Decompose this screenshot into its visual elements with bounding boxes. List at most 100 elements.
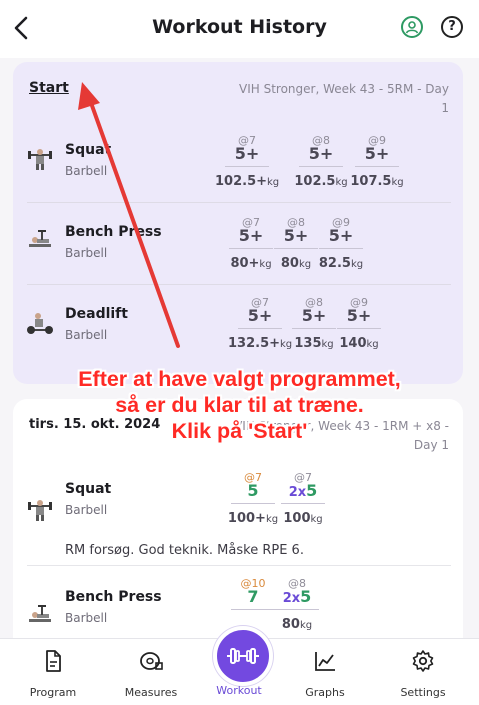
set-divider: [355, 166, 399, 167]
exercise-equipment: Barbell: [65, 503, 108, 517]
weight-value: 100+: [227, 511, 266, 526]
document-icon: [46, 650, 61, 672]
annotation-line-3: Klik på 'Start': [171, 419, 308, 443]
tape-measure-icon: [140, 652, 163, 670]
exercise-row-bench-press[interactable]: Bench Press Barbell @7 5+ 80+kg @8 5+ 80…: [27, 206, 451, 285]
exercise-name: Squat: [65, 481, 112, 497]
exercise-name: Bench Press: [65, 224, 162, 240]
exercise-equipment: Barbell: [65, 246, 108, 260]
set-weight: 82.5kg: [309, 256, 373, 271]
set-reps: 5+: [247, 306, 273, 325]
exercise-row-squat[interactable]: Squat Barbell @7 5+ 102.5+kg @8 5+ 102.5…: [27, 124, 451, 203]
set-reps: 5+: [308, 144, 334, 163]
set-divider: [231, 609, 275, 610]
set-divider: [275, 609, 319, 610]
weight-value: 107.5: [350, 174, 392, 189]
weight-unit: kg: [366, 339, 379, 350]
set-reps: 5+: [328, 226, 354, 245]
squat-exercise-icon: [28, 500, 52, 521]
weight-value: 100: [283, 511, 311, 526]
set-reps: 7: [231, 587, 275, 606]
deadlift-exercise-icon: [27, 313, 53, 334]
weight-value: 140: [339, 336, 367, 351]
set-reps: 5+: [234, 144, 260, 163]
set-divider: [274, 248, 318, 249]
set-divider: [299, 166, 343, 167]
set-weight: 102.5kg: [289, 174, 353, 189]
exercise-name: Bench Press: [65, 589, 162, 605]
weight-unit: kg: [391, 177, 404, 188]
header: Workout History ?: [0, 0, 479, 58]
weight-value: 135: [294, 336, 322, 351]
exercise-note: RM forsøg. God teknik. Måske RPE 6.: [65, 543, 304, 558]
weight-value: 132.5+: [228, 336, 281, 351]
exercise-row-squat[interactable]: Squat Barbell @7 5 100+kg @7 2x5 100kg R…: [27, 461, 451, 566]
set-weight: 100kg: [271, 511, 335, 526]
set-reps: 5+: [283, 226, 309, 245]
set-divider: [281, 503, 325, 504]
planned-workout-card: Start VIH Stronger, Week 43 - 5RM - Day …: [13, 62, 463, 384]
weight-unit: kg: [299, 620, 313, 631]
annotation-text: Efter at have valgt programmet, så er du…: [10, 366, 469, 444]
weight-unit: kg: [350, 259, 364, 270]
weight-unit: kg: [267, 177, 280, 188]
reps-value: 5: [300, 587, 312, 606]
squat-exercise-icon: [28, 149, 52, 170]
weight-value: 80: [280, 256, 299, 271]
set-reps: 2x5: [275, 587, 319, 606]
set-reps: 5+: [301, 306, 327, 325]
exercise-name: Squat: [65, 142, 112, 158]
bench-press-exercise-icon: [29, 230, 51, 247]
weight-value: 80+: [230, 256, 260, 271]
nav-item-graphs[interactable]: Graphs: [290, 649, 360, 699]
weight-unit: kg: [310, 514, 323, 525]
set-multiplier: 2x: [282, 591, 301, 606]
annotation-line-1: Efter at have valgt programmet,: [78, 367, 401, 391]
line-graph-icon: [315, 652, 335, 671]
nav-item-settings[interactable]: Settings: [388, 649, 458, 699]
program-name-line2: 1: [441, 101, 449, 115]
bench-press-exercise-icon: [29, 605, 51, 622]
reps-value: 7: [247, 587, 259, 606]
set-divider: [337, 328, 381, 329]
set-weight: 107.5kg: [345, 174, 409, 189]
nav-label: Program: [29, 686, 77, 699]
exercise-equipment: Barbell: [65, 164, 108, 178]
set-divider: [231, 503, 275, 504]
exercise-equipment: Barbell: [65, 328, 108, 342]
set-divider: [225, 166, 269, 167]
program-name: VIH Stronger, Week 43 - 5RM - Day 1: [219, 80, 449, 118]
workout-button[interactable]: [213, 626, 273, 686]
set-divider: [229, 248, 273, 249]
nav-item-program[interactable]: Program: [18, 649, 88, 699]
nav-label: Measures: [124, 686, 178, 699]
set-multiplier: 2x: [288, 485, 307, 500]
nav-item-measures[interactable]: Measures: [116, 649, 186, 699]
set-divider: [319, 248, 363, 249]
nav-label: Graphs: [305, 686, 345, 699]
help-icon[interactable]: ?: [441, 16, 463, 38]
set-reps: 2x5: [281, 481, 325, 500]
reps-value: 5: [306, 481, 318, 500]
set-weight: 102.5+kg: [215, 174, 279, 189]
nav-label-workout: Workout: [216, 684, 262, 697]
program-name-line1: VIH Stronger, Week 43 - 5RM - Day: [239, 82, 449, 96]
weight-value: 82.5: [318, 256, 351, 271]
set-reps: 5: [231, 481, 275, 500]
exercise-row-deadlift[interactable]: Deadlift Barbell @7 5+ 132.5+kg @8 5+ 13…: [27, 288, 451, 366]
set-reps: 5+: [364, 144, 390, 163]
exercise-equipment: Barbell: [65, 611, 108, 625]
start-workout-link[interactable]: Start: [29, 80, 69, 96]
weight-value: 102.5+: [215, 174, 268, 189]
dumbbell-icon: [227, 648, 259, 664]
weight-value: 102.5: [294, 174, 336, 189]
weight-value: 80: [281, 617, 300, 632]
annotation-line-2: så er du klar til at træne.: [115, 393, 364, 417]
user-profile-icon[interactable]: [401, 16, 423, 38]
set-reps: 5+: [346, 306, 372, 325]
set-divider: [292, 328, 336, 329]
gear-icon: [412, 650, 434, 672]
set-reps: 5+: [238, 226, 264, 245]
nav-label: Settings: [400, 686, 446, 699]
exercise-name: Deadlift: [65, 306, 128, 322]
